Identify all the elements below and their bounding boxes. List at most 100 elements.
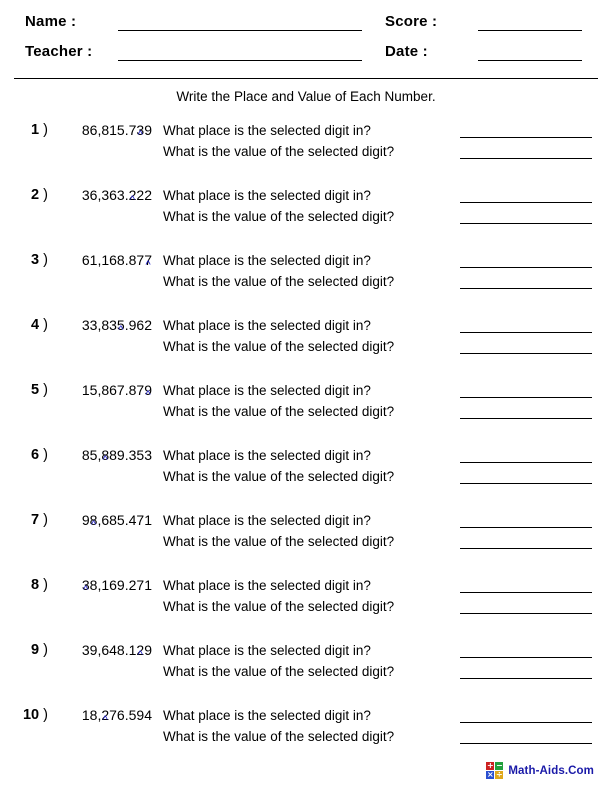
answer-value-input[interactable] xyxy=(460,531,594,552)
teacher-label: Teacher : xyxy=(25,43,93,60)
problem-number: 8 ) xyxy=(0,577,48,593)
problem-number: 9 ) xyxy=(0,642,48,658)
times-icon: × xyxy=(486,770,495,779)
answer-value-input[interactable] xyxy=(460,206,594,227)
answer-place-input[interactable] xyxy=(460,705,594,726)
digit: 1 xyxy=(81,707,90,723)
digit: 7 xyxy=(128,122,137,138)
answer-value-input[interactable] xyxy=(460,596,594,617)
problem-questions: What place is the selected digit in? What… xyxy=(163,705,453,747)
problem-answers xyxy=(460,640,594,682)
digit: 6 xyxy=(89,122,98,138)
worksheet-footer: + − × ÷ Math-Aids.Com xyxy=(0,762,612,784)
problem-questions: What place is the selected digit in? What… xyxy=(163,640,453,682)
brand-logo[interactable]: + − × ÷ Math-Aids.Com xyxy=(486,762,594,779)
problem-index: 6 xyxy=(31,447,40,463)
problem-questions: What place is the selected digit in? What… xyxy=(163,185,453,227)
question-value: What is the value of the selected digit? xyxy=(163,664,395,679)
digit: 5 xyxy=(116,512,125,528)
digit: 3 xyxy=(128,447,137,463)
digit: 5 xyxy=(116,122,125,138)
digit: 9 xyxy=(136,707,145,723)
digit: 8 xyxy=(128,382,137,398)
answer-value-input[interactable] xyxy=(460,661,594,682)
answer-place-input[interactable] xyxy=(460,445,594,466)
score-input-line[interactable] xyxy=(478,30,582,31)
problem-index: 1 xyxy=(31,122,40,138)
digit: 5 xyxy=(128,707,137,723)
digit: 4 xyxy=(128,512,137,528)
answer-place-input[interactable] xyxy=(460,380,594,401)
digit: 8 xyxy=(101,122,110,138)
digit: 1 xyxy=(89,252,98,268)
selected-digit-caret-icon: 8 xyxy=(101,447,109,463)
answer-value-input[interactable] xyxy=(460,336,594,357)
answer-value-input[interactable] xyxy=(460,401,594,422)
digit: 9 xyxy=(116,447,125,463)
digit: 7 xyxy=(116,382,125,398)
digit: 6 xyxy=(136,317,145,333)
date-label: Date : xyxy=(385,43,428,60)
digit: 7 xyxy=(136,382,145,398)
math-operations-icon: + − × ÷ xyxy=(486,762,504,779)
question-value: What is the value of the selected digit? xyxy=(163,144,395,159)
problem-number: 1 ) xyxy=(0,122,48,138)
score-label: Score : xyxy=(385,13,438,30)
problem-index: 2 xyxy=(31,187,40,203)
teacher-input-line[interactable] xyxy=(118,60,362,61)
digit: 7 xyxy=(136,577,145,593)
problem-row: 4 ) 33,835.962 What place is the selected … xyxy=(0,313,612,378)
problem-row: 5 ) 15,867.879 What place is the selected … xyxy=(0,378,612,443)
digit: 9 xyxy=(144,642,152,658)
answer-value-input[interactable] xyxy=(460,726,594,747)
number-digits: 18,276.594 xyxy=(82,707,152,723)
answer-place-input[interactable] xyxy=(460,120,594,141)
answer-place-input[interactable] xyxy=(460,510,594,531)
answer-value-input[interactable] xyxy=(460,141,594,162)
digit: 6 xyxy=(116,707,125,723)
problem-questions: What place is the selected digit in? What… xyxy=(163,380,453,422)
answer-place-input[interactable] xyxy=(460,315,594,336)
problem-value: 18,276.594 xyxy=(56,707,152,723)
name-label: Name : xyxy=(25,13,77,30)
digit: 8 xyxy=(89,577,98,593)
selected-digit-caret-icon: 3 xyxy=(136,122,144,138)
problem-paren: ) xyxy=(43,642,48,658)
problem-paren: ) xyxy=(43,317,48,333)
digit: 3 xyxy=(116,187,125,203)
digit: 6 xyxy=(109,252,117,268)
problem-questions: What place is the selected digit in? What… xyxy=(163,250,453,292)
question-place: What place is the selected digit in? xyxy=(163,123,371,138)
digit: 1 xyxy=(128,642,137,658)
header-row-name-score: Name : Score : xyxy=(0,12,612,42)
problem-list: 1 ) 86,815.739 What place is the selected … xyxy=(0,118,612,768)
question-place: What place is the selected digit in? xyxy=(163,513,371,528)
answer-place-input[interactable] xyxy=(460,575,594,596)
selected-digit-caret-icon: 2 xyxy=(101,707,109,723)
answer-place-input[interactable] xyxy=(460,250,594,271)
answer-value-input[interactable] xyxy=(460,466,594,487)
answer-value-input[interactable] xyxy=(460,271,594,292)
number-digits: 85,889.353 xyxy=(82,447,152,463)
answer-place-input[interactable] xyxy=(460,185,594,206)
name-input-line[interactable] xyxy=(118,30,362,31)
problem-answers xyxy=(460,185,594,227)
answer-place-input[interactable] xyxy=(460,640,594,661)
digit: 8 xyxy=(109,512,117,528)
problem-questions: What place is the selected digit in? What… xyxy=(163,315,453,357)
number-digits: 39,648.129 xyxy=(82,642,152,658)
problem-row: 3 ) 61,168.877 What place is the selected … xyxy=(0,248,612,313)
worksheet-header: Name : Score : Teacher : Date : xyxy=(0,0,612,82)
number-digits: 98,685.471 xyxy=(82,512,152,528)
digit: 3 xyxy=(144,447,152,463)
problem-value: 61,168.877 xyxy=(56,252,152,268)
problem-answers xyxy=(460,575,594,617)
digit: 3 xyxy=(81,187,90,203)
selected-digit-caret-icon: 8 xyxy=(90,512,98,528)
problem-paren: ) xyxy=(43,382,48,398)
date-input-line[interactable] xyxy=(478,60,582,61)
digit: 9 xyxy=(89,642,98,658)
problem-row: 1 ) 86,815.739 What place is the selected … xyxy=(0,118,612,183)
number-digits: 33,835.962 xyxy=(82,317,152,333)
selected-digit-caret-icon: 5 xyxy=(117,317,125,333)
